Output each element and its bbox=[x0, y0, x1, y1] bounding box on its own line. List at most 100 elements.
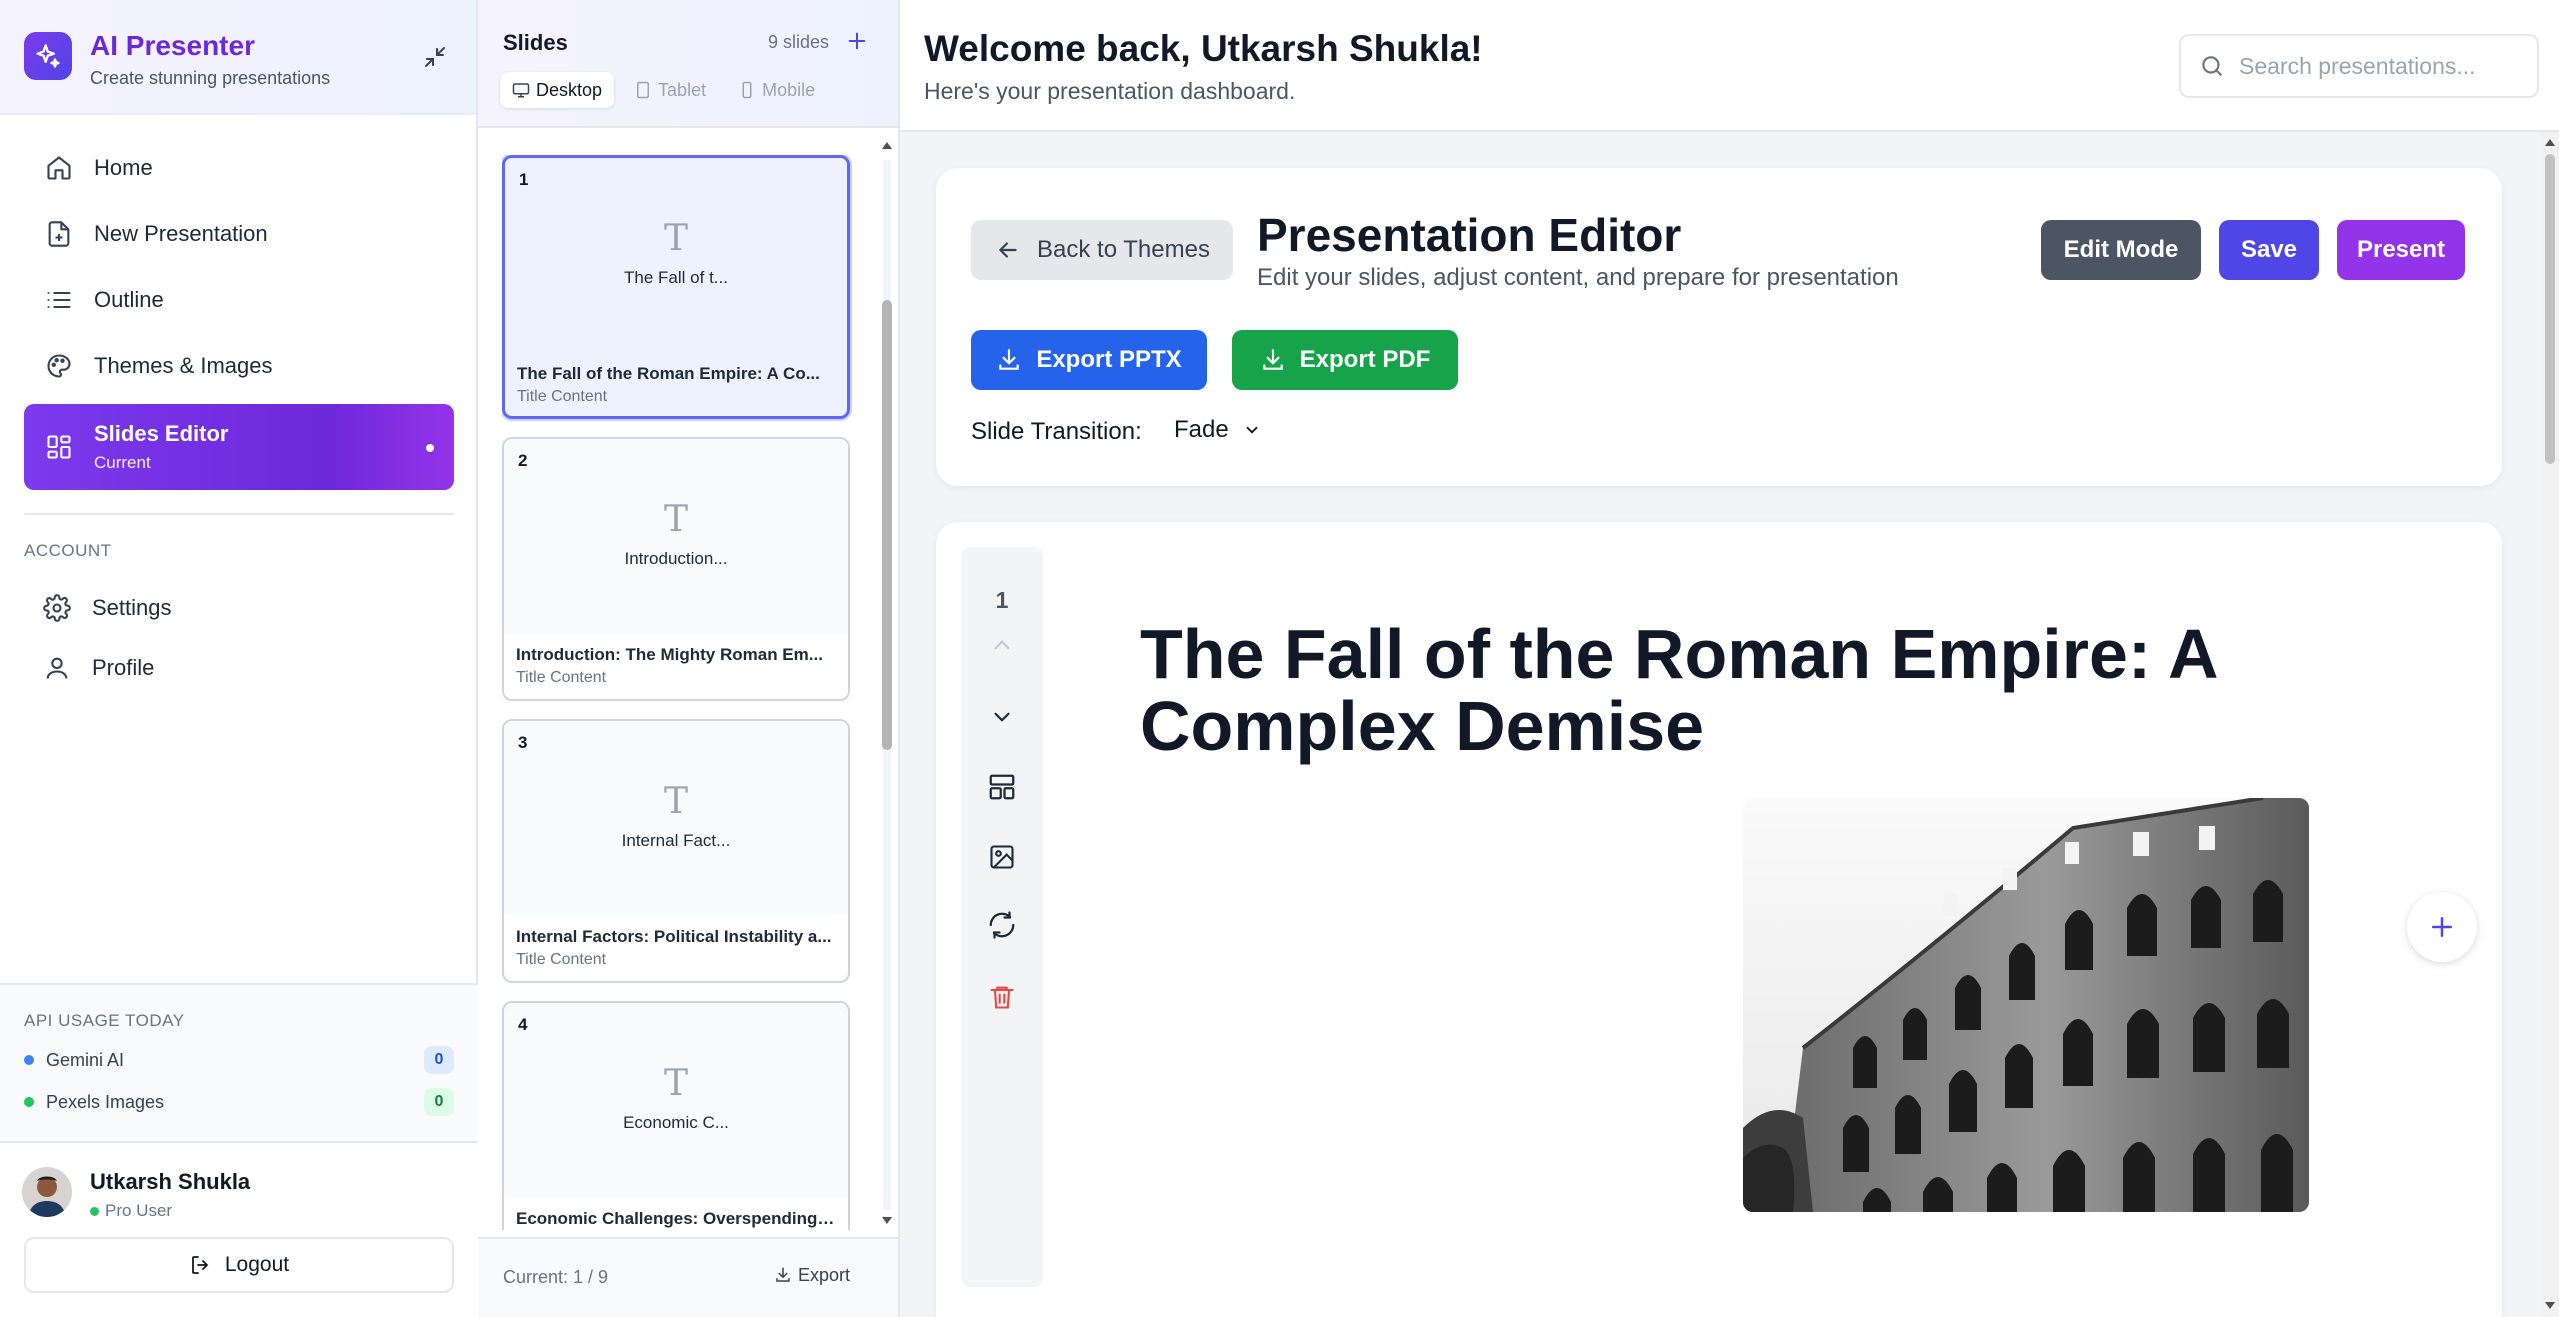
user-icon bbox=[42, 653, 72, 683]
sparkles-logo-icon bbox=[24, 32, 72, 80]
thumbnail-scrollbar[interactable] bbox=[880, 140, 892, 1230]
add-element-button[interactable] bbox=[2407, 892, 2477, 962]
search-box[interactable] bbox=[2179, 34, 2539, 98]
nav-item-outline[interactable]: Outline bbox=[24, 272, 454, 328]
editor-subtitle: Edit your slides, adjust content, and pr… bbox=[1257, 264, 1899, 291]
thumbnail-layout-type: Title Content bbox=[516, 669, 607, 686]
thumbnail-caption: The Fall of the Roman Empire: A Co... Ti… bbox=[505, 352, 847, 416]
top-bar: Welcome back, Utkarsh Shukla! Here's you… bbox=[900, 0, 2559, 132]
edit-mode-button[interactable]: Edit Mode bbox=[2041, 220, 2201, 280]
nav-item-new-presentation[interactable]: New Presentation bbox=[24, 206, 454, 262]
scrollbar-thumb[interactable] bbox=[2545, 154, 2555, 464]
logout-label: Logout bbox=[224, 1253, 290, 1276]
thumbnail-caption: Economic Challenges: Overspending ... Ti… bbox=[504, 1197, 848, 1230]
search-input[interactable] bbox=[2239, 52, 2519, 80]
file-plus-icon bbox=[44, 219, 74, 249]
slide-number: 1 bbox=[995, 587, 1009, 613]
home-icon bbox=[44, 153, 74, 183]
move-slide-down-button[interactable] bbox=[984, 699, 1020, 735]
nav-item-label: Outline bbox=[94, 287, 164, 312]
scroll-down-arrow-icon bbox=[2545, 1302, 2555, 1309]
nav-item-themes-images[interactable]: Themes & Images bbox=[24, 338, 454, 394]
api-usage-label: Gemini AI bbox=[46, 1049, 125, 1070]
nav-item-profile[interactable]: Profile bbox=[24, 640, 454, 696]
text-type-icon: T bbox=[663, 218, 688, 259]
trash-icon bbox=[990, 986, 1014, 1009]
nav-item-slides-editor[interactable]: Slides Editor Current bbox=[24, 404, 454, 490]
palette-icon bbox=[44, 351, 74, 381]
current-slide-indicator: Current: 1 / 9 bbox=[503, 1267, 609, 1287]
main-scrollbar[interactable] bbox=[2541, 132, 2559, 1317]
thumbnail-title: The Fall of the Roman Empire: A Co... bbox=[517, 364, 820, 383]
thumbnail-short-title: The Fall of t... bbox=[624, 268, 728, 287]
slide-transition-select[interactable]: Fade bbox=[1174, 416, 1261, 444]
change-layout-button[interactable] bbox=[984, 769, 1020, 805]
user-role: Pro User bbox=[90, 1201, 172, 1221]
divider bbox=[24, 513, 454, 515]
logout-icon bbox=[191, 1256, 209, 1274]
nav-item-label: Profile bbox=[92, 655, 155, 680]
export-pptx-button[interactable]: Export PPTX bbox=[971, 330, 1207, 390]
slide-thumbnail[interactable]: 1 T The Fall of t... The Fall of the Rom… bbox=[502, 155, 850, 419]
tab-tablet[interactable]: Tablet bbox=[622, 72, 718, 108]
minimize-icon bbox=[425, 47, 445, 67]
add-slide-button[interactable] bbox=[842, 26, 872, 56]
collapse-sidebar-button[interactable] bbox=[418, 40, 452, 74]
nav-item-label: Home bbox=[94, 155, 153, 180]
slide-transition-label: Slide Transition: bbox=[971, 418, 1142, 445]
api-usage-title: API USAGE TODAY bbox=[24, 1011, 185, 1030]
download-icon bbox=[1262, 349, 1283, 370]
slides-panel: Slides 9 slides Desktop Tablet Mobile 1 … bbox=[478, 0, 900, 1317]
slide-title[interactable]: The Fall of the Roman Empire: A Complex … bbox=[1140, 618, 2320, 762]
nav-item-settings[interactable]: Settings bbox=[24, 580, 454, 636]
logout-button[interactable]: Logout bbox=[24, 1237, 454, 1293]
scroll-up-arrow-icon bbox=[2545, 139, 2555, 146]
export-slides-button[interactable]: Export bbox=[774, 1259, 850, 1291]
nav-item-home[interactable]: Home bbox=[24, 140, 454, 196]
main-nav: Home New Presentation Outline Themes & I… bbox=[24, 140, 454, 500]
chevron-down-icon bbox=[1246, 426, 1258, 434]
save-button[interactable]: Save bbox=[2219, 220, 2319, 280]
scroll-down-arrow-icon bbox=[882, 1217, 892, 1224]
brand-header: AI Presenter Create stunning presentatio… bbox=[0, 0, 476, 115]
colosseum-image[interactable] bbox=[1743, 798, 2309, 1212]
gear-icon bbox=[42, 593, 72, 623]
thumbnail-preview: 1 T The Fall of t... bbox=[505, 158, 847, 352]
thumbnail-layout-type: Title Content bbox=[517, 388, 608, 405]
export-pdf-button[interactable]: Export PDF bbox=[1232, 330, 1458, 390]
present-button[interactable]: Present bbox=[2337, 220, 2465, 280]
layout-grid-icon bbox=[44, 432, 74, 462]
tab-desktop[interactable]: Desktop bbox=[500, 72, 615, 108]
thumbnail-layout-type: Title Content bbox=[516, 951, 607, 968]
slide-thumbnail[interactable]: 4 T Economic C... Economic Challenges: O… bbox=[502, 1001, 850, 1230]
slides-count: 9 slides bbox=[768, 32, 830, 52]
scrollbar-thumb[interactable] bbox=[882, 300, 892, 750]
nav-item-sublabel: Current bbox=[94, 453, 151, 472]
online-status-dot bbox=[90, 1206, 99, 1216]
move-slide-up-button[interactable] bbox=[984, 627, 1020, 663]
thumbnail-title: Internal Factors: Political Instability … bbox=[516, 927, 832, 946]
arrow-left-icon bbox=[998, 242, 1017, 258]
layout-icon bbox=[989, 774, 1015, 800]
back-to-themes-button[interactable]: Back to Themes bbox=[971, 220, 1233, 280]
regenerate-slide-button[interactable] bbox=[984, 907, 1020, 943]
tab-label: Tablet bbox=[658, 79, 707, 100]
scroll-up-arrow-icon bbox=[882, 142, 892, 149]
nav-item-label: Slides Editor bbox=[94, 421, 229, 446]
thumbnail-number: 1 bbox=[519, 170, 529, 189]
slide-thumbnail[interactable]: 2 T Introduction... Introduction: The Mi… bbox=[502, 437, 850, 701]
export-pptx-label: Export PPTX bbox=[1036, 346, 1182, 373]
nav-item-label: Settings bbox=[92, 595, 172, 620]
api-usage-label: Pexels Images bbox=[46, 1091, 165, 1112]
change-image-button[interactable] bbox=[984, 839, 1020, 875]
tab-mobile[interactable]: Mobile bbox=[726, 72, 827, 108]
status-dot bbox=[24, 1097, 34, 1107]
delete-slide-button[interactable] bbox=[984, 979, 1020, 1015]
slide-tool-rail: 1 bbox=[961, 547, 1043, 1287]
smartphone-icon bbox=[742, 81, 752, 99]
thumbnail-short-title: Internal Fact... bbox=[621, 831, 731, 850]
slide-thumbnail-list: 1 T The Fall of t... The Fall of the Rom… bbox=[502, 155, 852, 1230]
slide-thumbnail[interactable]: 3 T Internal Fact... Internal Factors: P… bbox=[502, 719, 850, 983]
text-type-icon: T bbox=[663, 1063, 688, 1104]
image-icon bbox=[990, 845, 1014, 869]
